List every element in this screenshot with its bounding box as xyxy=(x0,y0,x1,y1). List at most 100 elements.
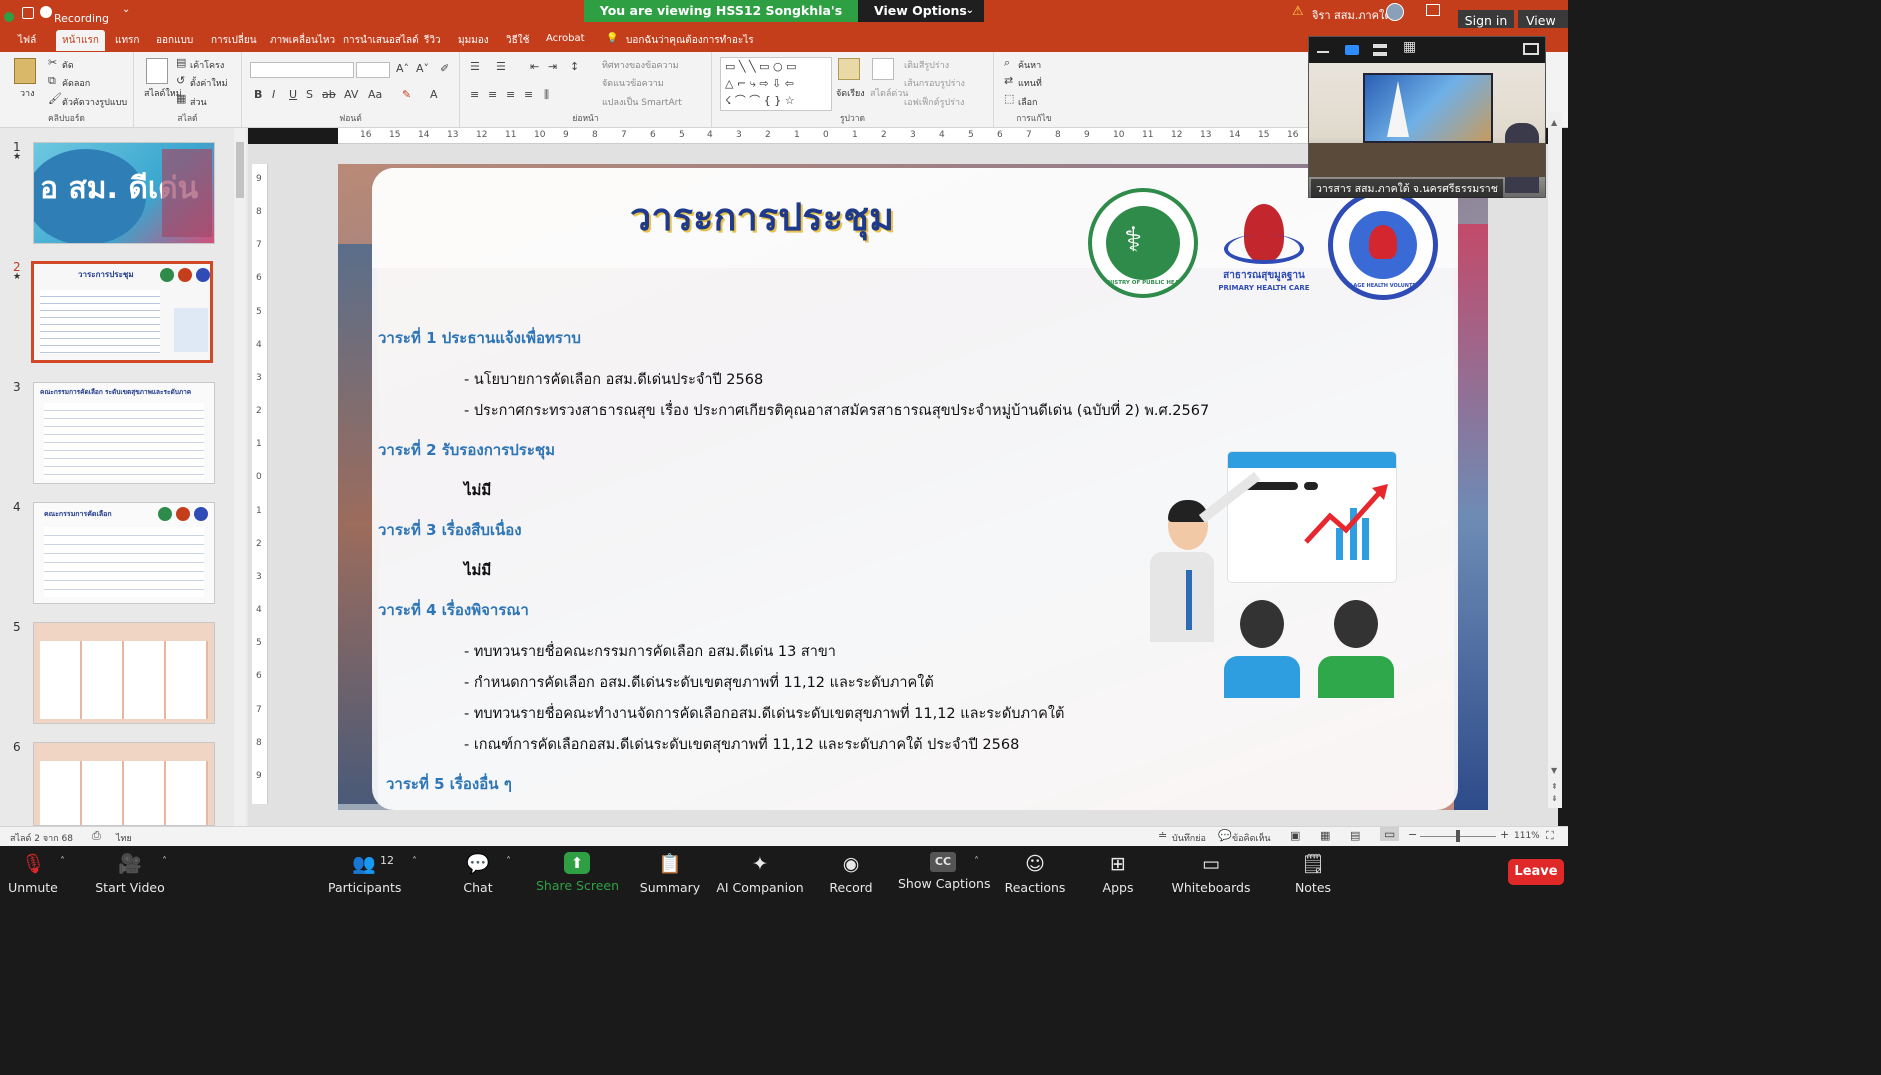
reset-icon[interactable]: ↺ xyxy=(176,74,185,87)
gallery-view-icon[interactable]: ▦ xyxy=(1403,39,1416,55)
language-indicator[interactable]: ไทย xyxy=(116,831,132,845)
strikethrough-icon[interactable]: ab xyxy=(322,88,336,101)
slide-thumb-1[interactable]: อ สม. ดีเด่น xyxy=(33,142,215,244)
agenda-3-none[interactable]: ไม่มี xyxy=(464,558,491,582)
find-button[interactable]: ค้นหา xyxy=(1018,58,1041,72)
find-icon[interactable]: ⌕ xyxy=(1004,56,1010,70)
tab-help[interactable]: วิธีใช้ xyxy=(506,33,529,48)
shape-effects-button[interactable]: เอฟเฟ็กต์รูปร่าง xyxy=(904,95,964,109)
quick-styles-button[interactable]: สไตล์ด่วน xyxy=(870,86,908,100)
agenda-3-heading[interactable]: วาระที่ 3 เรื่องสืบเนื่อง xyxy=(378,518,522,542)
agenda-4-item[interactable]: - กำหนดการคัดเลือก อสม.ดีเด่นระดับเขตสุข… xyxy=(464,671,934,694)
grow-font-icon[interactable]: A˄ xyxy=(396,62,409,75)
reactions-button[interactable]: ☺ Reactions xyxy=(1004,852,1066,895)
tab-design[interactable]: ออกแบบ xyxy=(156,33,193,48)
text-direction-button[interactable]: ทิศทางของข้อความ xyxy=(602,58,679,72)
justify-icon[interactable]: ≡ xyxy=(524,88,533,101)
captions-chevron-icon[interactable]: ˄ xyxy=(974,856,979,867)
zoom-level[interactable]: 111% xyxy=(1514,831,1540,841)
paste-icon[interactable] xyxy=(14,58,36,84)
tab-file[interactable]: ไฟล์ xyxy=(18,33,36,48)
tab-view[interactable]: มุมมอง xyxy=(458,33,489,48)
slide-thumb-3[interactable]: คณะกรรมการคัดเลือก ระดับเขตสุขภาพและระดั… xyxy=(33,382,215,484)
agenda-4-heading[interactable]: วาระที่ 4 เรื่องพิจารณา xyxy=(378,598,529,622)
quick-styles-icon[interactable] xyxy=(872,58,894,80)
slide-title[interactable]: วาระการประชุม xyxy=(630,186,894,247)
underline-icon[interactable]: U xyxy=(289,88,297,101)
agenda-4-item[interactable]: - ทบทวนรายชื่อคณะกรรมการคัดเลือก อสม.ดีเ… xyxy=(464,640,836,663)
align-right-icon[interactable]: ≡ xyxy=(506,88,515,101)
select-icon[interactable]: ⬚ xyxy=(1004,92,1014,105)
layout-button[interactable]: เค้าโครง xyxy=(190,58,224,72)
scroll-down-icon[interactable]: ▼ xyxy=(1551,766,1559,776)
change-case-icon[interactable]: Aa xyxy=(368,88,382,101)
zoom-out-icon[interactable]: − xyxy=(1408,828,1417,841)
comments-button[interactable]: ข้อคิดเห็น xyxy=(1232,831,1271,845)
agenda-1-item[interactable]: - นโยบายการคัดเลือก อสม.ดีเด่นประจำปี 25… xyxy=(464,368,763,391)
agenda-2-none[interactable]: ไม่มี xyxy=(464,478,491,502)
shrink-font-icon[interactable]: A˅ xyxy=(416,62,429,75)
spacing-icon[interactable]: AV xyxy=(344,88,358,101)
arrange-button[interactable]: จัดเรียง xyxy=(836,86,865,100)
new-slide-icon[interactable] xyxy=(146,58,168,84)
prev-slide-icon[interactable]: ⇞ xyxy=(1551,782,1559,792)
notes-button[interactable]: บันทึกย่อ xyxy=(1172,831,1206,845)
scroll-up-icon[interactable]: ▲ xyxy=(1551,118,1559,128)
zoom-video-panel[interactable]: ▦ วารสาร สสม.ภาคใต้ จ.นครศรีธรรมราช xyxy=(1308,36,1546,198)
bullets-icon[interactable]: ☰ xyxy=(470,60,480,73)
customize-qat-icon[interactable]: ⌄ xyxy=(122,4,130,15)
reading-view-icon[interactable]: ▤ xyxy=(1350,829,1360,842)
section-icon[interactable]: ▦ xyxy=(176,92,186,105)
apps-button[interactable]: ⊞ Apps xyxy=(1096,852,1140,895)
slide-sorter-icon[interactable]: ▦ xyxy=(1320,829,1330,842)
whiteboards-button[interactable]: ▭ Whiteboards xyxy=(1170,852,1252,895)
highlight-icon[interactable]: ✎ xyxy=(402,88,411,101)
tab-animations[interactable]: ภาพเคลื่อนไหว xyxy=(270,33,335,48)
fit-to-window-icon[interactable]: ⛶ xyxy=(1546,829,1554,843)
layout-icon[interactable]: ▤ xyxy=(176,56,186,69)
tab-home[interactable]: หน้าแรก xyxy=(56,30,105,51)
slide-scrollbar[interactable]: ▲ ▼ ⇞ ⇟ xyxy=(1548,112,1562,808)
select-button[interactable]: เลือก xyxy=(1018,95,1037,109)
video-options-chevron-icon[interactable]: ˄ xyxy=(162,856,167,867)
audio-options-chevron-icon[interactable]: ˄ xyxy=(60,856,65,867)
notes-icon[interactable]: ≐ xyxy=(1158,829,1167,842)
format-painter-icon[interactable]: 🖌 xyxy=(48,92,62,105)
tab-review[interactable]: รีวิว xyxy=(424,33,441,48)
agenda-1-heading[interactable]: วาระที่ 1 ประธานแจ้งเพื่อทราบ xyxy=(378,326,581,350)
align-left-icon[interactable]: ≡ xyxy=(470,88,479,101)
view-options-button[interactable]: View Options ⌄ xyxy=(858,0,984,22)
tab-slideshow[interactable]: การนำเสนอสไลด์ xyxy=(343,33,419,48)
shapes-gallery[interactable]: ▭ ╲ ╲ ▭ ○ ▭ △ ⌐ ⤷ ⇨ ⇩ ⇦ ☇ ⌒ ⌒ { } ☆ xyxy=(720,57,832,111)
slide-thumb-5[interactable] xyxy=(33,622,215,724)
ai-companion-button[interactable]: ✦ AI Companion xyxy=(716,852,804,895)
chat-button[interactable]: 💬 Chat xyxy=(452,852,504,895)
chat-chevron-icon[interactable]: ˄ xyxy=(506,856,511,867)
tab-transitions[interactable]: การเปลี่ยน xyxy=(211,33,257,48)
section-button[interactable]: ส่วน xyxy=(190,95,207,109)
align-center-icon[interactable]: ≡ xyxy=(488,88,497,101)
slideshow-icon[interactable]: ▭ xyxy=(1380,827,1400,841)
thumbnails-scrollbar[interactable] xyxy=(234,128,246,826)
replace-icon[interactable]: ⇄ xyxy=(1004,74,1013,87)
tab-acrobat[interactable]: Acrobat xyxy=(546,33,585,44)
reset-button[interactable]: ตั้งค่าใหม่ xyxy=(190,76,228,90)
agenda-4-item[interactable]: - ทบทวนรายชื่อคณะทำงานจัดการคัดเลือกอสม.… xyxy=(464,702,1064,725)
format-painter-button[interactable]: ตัวคัดวางรูปแบบ xyxy=(62,95,127,109)
smartart-button[interactable]: แปลงเป็น SmartArt xyxy=(602,95,682,109)
increase-indent-icon[interactable]: ⇥ xyxy=(548,60,557,73)
start-video-button[interactable]: 🎥 Start Video xyxy=(94,852,166,895)
copy-icon[interactable]: ⧉ xyxy=(48,74,56,88)
tab-insert[interactable]: แทรก xyxy=(115,33,139,48)
unmute-button[interactable]: 🎙 Unmute xyxy=(6,852,60,895)
slide-thumb-4[interactable]: คณะกรรมการคัดเลือก xyxy=(33,502,215,604)
participants-chevron-icon[interactable]: ˄ xyxy=(412,856,417,867)
strip-view-icon[interactable] xyxy=(1373,44,1387,56)
agenda-4-item[interactable]: - เกณฑ์การคัดเลือกอสม.ดีเด่นระดับเขตสุขภ… xyxy=(464,733,1019,756)
align-text-button[interactable]: จัดแนวข้อความ xyxy=(602,76,664,90)
cut-button[interactable]: ตัด xyxy=(62,58,74,72)
slide-thumb-6[interactable] xyxy=(33,742,215,826)
record-button[interactable]: ◉ Record xyxy=(826,852,876,895)
summary-button[interactable]: 📋 Summary xyxy=(636,852,704,895)
arrange-icon[interactable] xyxy=(838,58,860,80)
